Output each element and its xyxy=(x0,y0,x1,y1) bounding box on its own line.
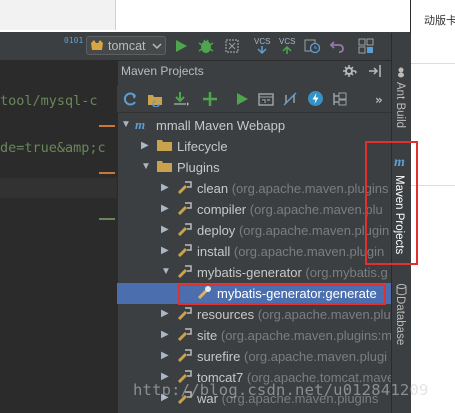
maven-m-icon: m xyxy=(135,117,146,132)
annotation-highlight-generate-goal xyxy=(178,284,386,305)
toggle-offline-icon[interactable] xyxy=(282,91,298,110)
plugin-icon xyxy=(177,348,193,365)
chevron-down-icon xyxy=(151,42,162,49)
show-dependencies-icon[interactable] xyxy=(332,91,348,110)
coverage-icon[interactable] xyxy=(224,38,240,57)
plugin-detail: (org.apache.maven.plu xyxy=(257,307,391,322)
reimport-icon[interactable] xyxy=(122,91,138,110)
build-project-icon[interactable]: 0101 xyxy=(64,37,83,53)
code-line: de=true&amp;c xyxy=(0,140,106,156)
plugin-detail: (org.apache.maven.plugi xyxy=(243,349,388,364)
add-icon[interactable] xyxy=(202,91,218,110)
expand-arrow-icon[interactable]: ▼ xyxy=(141,161,151,172)
plugin-item[interactable]: ▶ resources (org.apache.maven.plu xyxy=(117,304,391,325)
project-structure-icon[interactable] xyxy=(358,38,374,57)
plugin-name: deploy xyxy=(197,223,236,238)
plugin-name: site xyxy=(197,328,218,343)
run-maven-build-icon[interactable] xyxy=(234,91,250,110)
vcs-label: VCS xyxy=(254,37,271,46)
tomcat-icon xyxy=(91,39,103,50)
download-icon[interactable] xyxy=(172,90,190,111)
plugin-item[interactable]: ▶ site (org.apache.maven.plugins:m xyxy=(117,325,393,346)
run-configuration-select[interactable]: tomcat xyxy=(86,36,166,55)
plugin-name: clean xyxy=(197,181,229,196)
plugin-detail: (org.mybatis.g xyxy=(305,265,388,280)
plugin-icon xyxy=(177,243,193,260)
plugin-item[interactable]: ▶ compiler (org.apache.maven.plu xyxy=(117,199,391,220)
generate-sources-icon[interactable] xyxy=(147,91,163,110)
skip-tests-icon[interactable] xyxy=(307,90,324,110)
folder-icon xyxy=(157,138,172,154)
ant-build-tab[interactable]: Ant Build xyxy=(394,82,406,128)
plugin-name: resources xyxy=(197,307,255,322)
expand-arrow-icon[interactable]: ▶ xyxy=(161,350,169,361)
top-window-strip-left xyxy=(0,0,116,30)
run-icon[interactable] xyxy=(173,38,189,57)
plugin-item[interactable]: ▶ surefire (org.apache.maven.plugi xyxy=(117,346,391,367)
expand-arrow-icon[interactable]: ▶ xyxy=(161,308,169,319)
ant-icon xyxy=(395,66,407,81)
plugins-label: Plugins xyxy=(177,160,220,175)
plugin-name: mybatis-generator xyxy=(197,265,302,280)
expand-arrow-icon[interactable]: ▶ xyxy=(161,245,169,256)
code-underline xyxy=(99,172,115,174)
expand-arrow-icon[interactable]: ▼ xyxy=(161,266,171,277)
arrow-up-icon xyxy=(282,46,292,54)
caret-row xyxy=(0,178,117,198)
hide-panel-icon[interactable] xyxy=(368,64,382,81)
plugin-icon xyxy=(177,264,193,281)
expand-arrow-icon[interactable]: ▼ xyxy=(121,119,131,130)
expand-arrow-icon[interactable]: ▶ xyxy=(161,329,169,340)
background-window-text: 动版卡 xyxy=(424,14,455,27)
debug-icon[interactable] xyxy=(197,37,215,58)
plugin-icon xyxy=(177,201,193,218)
arrow-down-icon xyxy=(257,46,267,55)
tree-plugins[interactable]: ▼ Plugins xyxy=(117,157,391,178)
plugin-icon xyxy=(177,327,193,344)
code-underline xyxy=(99,125,115,127)
expand-arrow-icon[interactable]: ▶ xyxy=(141,140,149,151)
divider xyxy=(411,63,455,64)
tree-lifecycle[interactable]: ▶ Lifecycle xyxy=(117,136,391,157)
folder-icon xyxy=(157,159,172,175)
execute-goal-icon[interactable] xyxy=(258,91,274,110)
plugin-icon xyxy=(177,306,193,323)
code-editor[interactable]: tool/mysql-c de=true&amp;c xyxy=(0,61,117,413)
expand-arrow-icon[interactable]: ▶ xyxy=(161,182,169,193)
project-label: mmall Maven Webapp xyxy=(156,118,286,133)
panel-title: Maven Projects xyxy=(121,64,204,78)
tree-project[interactable]: ▼ m mmall Maven Webapp xyxy=(117,115,391,136)
plugin-item[interactable]: ▶ clean (org.apache.maven.plugins xyxy=(117,178,391,199)
watermark-text: http://blog.csdn.net/u012841209 xyxy=(133,381,429,399)
vcs-label: VCS xyxy=(279,37,296,46)
annotation-highlight-maven-tab xyxy=(365,141,418,265)
expand-arrow-icon[interactable]: ▶ xyxy=(161,224,169,235)
plugin-detail: (org.apache.maven.plugins:m xyxy=(220,328,393,343)
settings-gear-icon[interactable] xyxy=(342,64,358,81)
lifecycle-label: Lifecycle xyxy=(177,139,228,154)
database-tab[interactable]: Database xyxy=(394,296,406,345)
more-actions-icon[interactable]: » xyxy=(375,93,383,107)
code-line: tool/mysql-c xyxy=(0,93,98,109)
code-underline xyxy=(99,218,115,220)
plugin-item[interactable]: ▶ install (org.apache.maven.plugin xyxy=(117,241,391,262)
expand-arrow-icon[interactable]: ▶ xyxy=(161,203,169,214)
plugin-name: compiler xyxy=(197,202,247,217)
history-icon[interactable] xyxy=(304,38,321,57)
plugin-item[interactable]: ▼ mybatis-generator (org.mybatis.g xyxy=(117,262,391,283)
vcs-update-button[interactable]: VCS xyxy=(254,37,272,57)
plugin-name: install xyxy=(197,244,231,259)
plugin-icon xyxy=(177,180,193,197)
plugin-detail: (org.apache.maven.plugin xyxy=(233,244,385,259)
plugin-name: surefire xyxy=(197,349,241,364)
plugin-icon xyxy=(177,222,193,239)
plugin-detail: (org.apache.maven.plu xyxy=(249,202,383,217)
revert-icon[interactable] xyxy=(329,38,345,57)
plugin-item[interactable]: ▶ deploy (org.apache.maven.plugin xyxy=(117,220,391,241)
run-configuration-label: tomcat xyxy=(108,38,146,53)
vcs-commit-button[interactable]: VCS xyxy=(279,37,297,57)
